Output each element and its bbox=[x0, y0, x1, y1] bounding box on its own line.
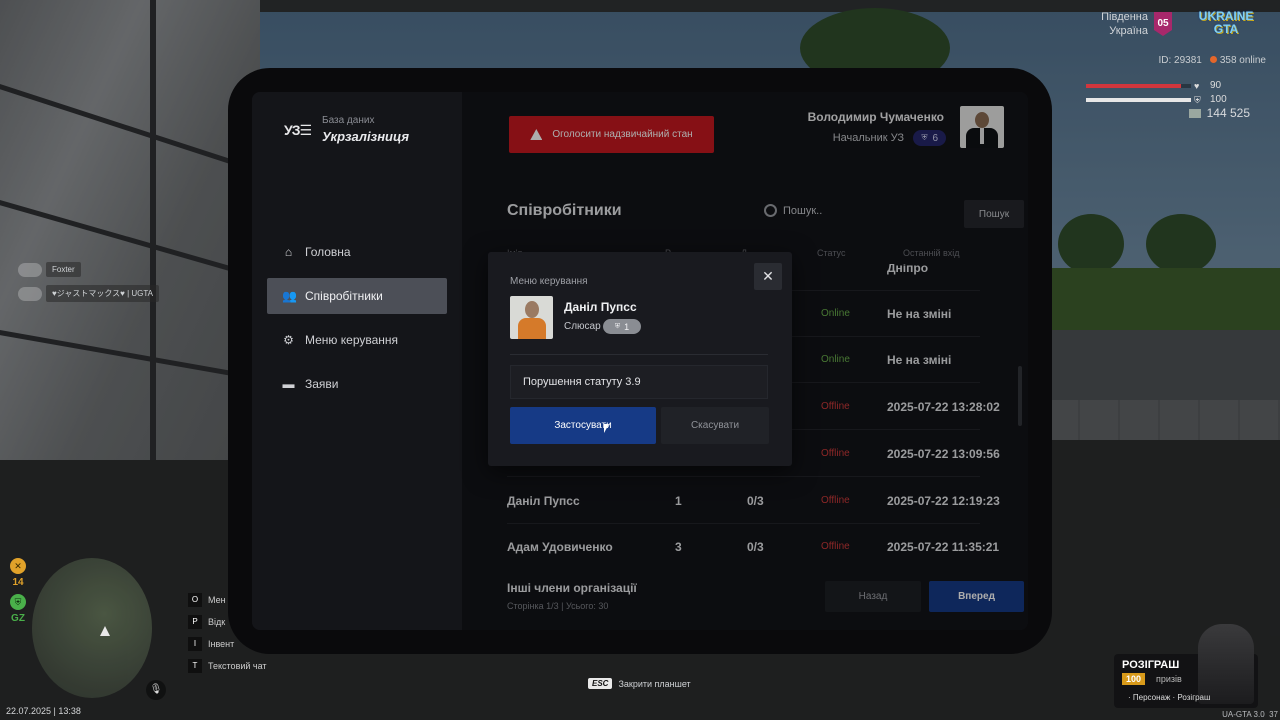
status-icons: ✕ 14 ⛨ GZ bbox=[8, 558, 28, 630]
money: 144 525 bbox=[1160, 106, 1250, 120]
control-menu-modal: Меню керування ✕ Даніл Пупсс Слюсар ⛨ 1 … bbox=[488, 252, 792, 466]
cancel-button[interactable]: Скасувати bbox=[661, 407, 769, 444]
hotkey-label: Відк bbox=[208, 617, 226, 627]
money-icon bbox=[1188, 109, 1201, 118]
hotkey-label: Текстовий чат bbox=[208, 661, 267, 671]
esc-hint: ESC Закрити планшет bbox=[588, 678, 691, 689]
armor-value: 100 bbox=[1210, 94, 1227, 105]
money-value: 144 525 bbox=[1206, 106, 1250, 120]
home-icon: ⌂ bbox=[284, 244, 293, 259]
hotkey-key: T bbox=[188, 659, 202, 673]
version-label: UA-GTA 3.0 bbox=[1222, 710, 1265, 719]
microphone-icon: 🎙 bbox=[146, 680, 166, 700]
apply-button[interactable]: Застосувати bbox=[510, 407, 656, 444]
raffle-sub: призів bbox=[1156, 674, 1182, 684]
sidebar-item-label: Меню керування bbox=[305, 333, 399, 347]
gangzone-icon: ⛨ bbox=[10, 594, 26, 610]
employee-rank-badge: ⛨ 1 bbox=[603, 319, 641, 334]
version-tail: 37 bbox=[1269, 710, 1278, 719]
hunger-level: 14 bbox=[12, 577, 24, 588]
sidebar-item-label: Головна bbox=[305, 245, 351, 259]
online-count: 358 online bbox=[1219, 55, 1266, 66]
raffle-character bbox=[1198, 624, 1254, 704]
armor-bar bbox=[1086, 98, 1191, 102]
health-bar-fill bbox=[1086, 84, 1181, 88]
shield-icon: ⛨ bbox=[1194, 95, 1201, 105]
hotkey-key: O bbox=[188, 593, 202, 607]
player-arrow-icon bbox=[100, 626, 110, 636]
uz-logo: УЗ☰ bbox=[284, 122, 312, 138]
sidebar-item-applications[interactable]: ▬ Заяви bbox=[267, 366, 447, 402]
hotkey-label: Мен bbox=[208, 595, 226, 605]
datetime: 22.07.2025 | 13:38 bbox=[6, 706, 81, 716]
server-logo: UKRAINE GTA bbox=[1198, 9, 1254, 36]
chat-item: Foxter bbox=[18, 262, 188, 277]
chat-avatar bbox=[18, 286, 42, 301]
sidebar-item-label: Співробітники bbox=[305, 289, 383, 303]
hotkey-key: P bbox=[188, 615, 202, 629]
modal-title: Меню керування bbox=[510, 276, 588, 287]
chat-avatar bbox=[18, 262, 42, 277]
sidebar-item-label: Заяви bbox=[305, 377, 339, 391]
online-icon bbox=[1209, 56, 1217, 63]
sidebar-item-control-menu[interactable]: ⚙ Меню керування bbox=[267, 322, 447, 358]
hotkey-key: I bbox=[188, 637, 202, 651]
hotkey-label: Інвент bbox=[208, 639, 235, 649]
employee-rank: 1 bbox=[624, 321, 630, 332]
close-button[interactable]: ✕ bbox=[754, 263, 782, 290]
folder-icon: ▬ bbox=[282, 376, 295, 391]
shield-icon: ⛨ bbox=[614, 322, 621, 330]
player-info: ID: 29381 358 online bbox=[1086, 55, 1266, 66]
hud-top-right: Південна Україна 05 UKRAINE GTA ID: 2938… bbox=[1086, 8, 1266, 128]
raffle-title: РОЗІГРАШ bbox=[1122, 659, 1180, 671]
chat-item: ♥ジャストマックス♥ | UGTA bbox=[18, 285, 188, 302]
gangzone-label: GZ bbox=[11, 613, 25, 624]
employee-name: Даніл Пупсс bbox=[564, 300, 637, 314]
player-id: ID: 29381 bbox=[1158, 55, 1202, 66]
minimap bbox=[32, 558, 152, 698]
hotkey-row: T Текстовий чат bbox=[188, 655, 267, 677]
gear-icon: ⚙ bbox=[283, 332, 294, 347]
sidebar-item-home[interactable]: ⌂ Головна bbox=[267, 234, 447, 270]
health-row: ♥ 90 bbox=[1086, 80, 1266, 92]
region-label: Південна Україна bbox=[1101, 11, 1148, 37]
mouse-cursor-icon bbox=[604, 424, 609, 433]
divider bbox=[510, 354, 768, 355]
sidebar: УЗ☰ База даних Укрзалізниця ⌂ Головна 👥 … bbox=[252, 92, 462, 630]
armor-row: ⛨ 100 bbox=[1086, 94, 1266, 106]
employee-avatar bbox=[510, 296, 553, 339]
users-icon: 👥 bbox=[282, 288, 297, 303]
chat-text: ♥ジャストマックス♥ | UGTA bbox=[46, 285, 160, 302]
region-badge: 05 bbox=[1154, 12, 1172, 36]
hunger-icon: ✕ bbox=[10, 558, 26, 574]
close-icon: ✕ bbox=[762, 268, 774, 284]
db-label: База даних bbox=[322, 115, 375, 126]
raffle-count: 100 bbox=[1122, 673, 1146, 685]
sidebar-item-employees[interactable]: 👥 Співробітники bbox=[267, 278, 447, 314]
esc-label: Закрити планшет bbox=[618, 678, 691, 689]
health-bar bbox=[1086, 84, 1191, 88]
esc-key: ESC bbox=[588, 678, 613, 689]
db-name: Укрзалізниця bbox=[322, 129, 410, 144]
employee-role: Слюсар bbox=[564, 321, 601, 332]
heart-icon: ♥ bbox=[1194, 81, 1200, 91]
chat-text: Foxter bbox=[46, 262, 81, 277]
raffle-widget[interactable]: РОЗІГРАШ 100 призів · Персонаж · Розігра… bbox=[1114, 624, 1258, 708]
chat-feed: Foxter ♥ジャストマックス♥ | UGTA bbox=[18, 262, 188, 310]
health-value: 90 bbox=[1210, 80, 1222, 91]
raffle-footer: · Персонаж · Розіграш bbox=[1128, 693, 1211, 702]
reason-input[interactable] bbox=[510, 365, 768, 399]
armor-bar-fill bbox=[1086, 98, 1191, 102]
version: UA-GTA 3.0 37 bbox=[1222, 710, 1278, 719]
